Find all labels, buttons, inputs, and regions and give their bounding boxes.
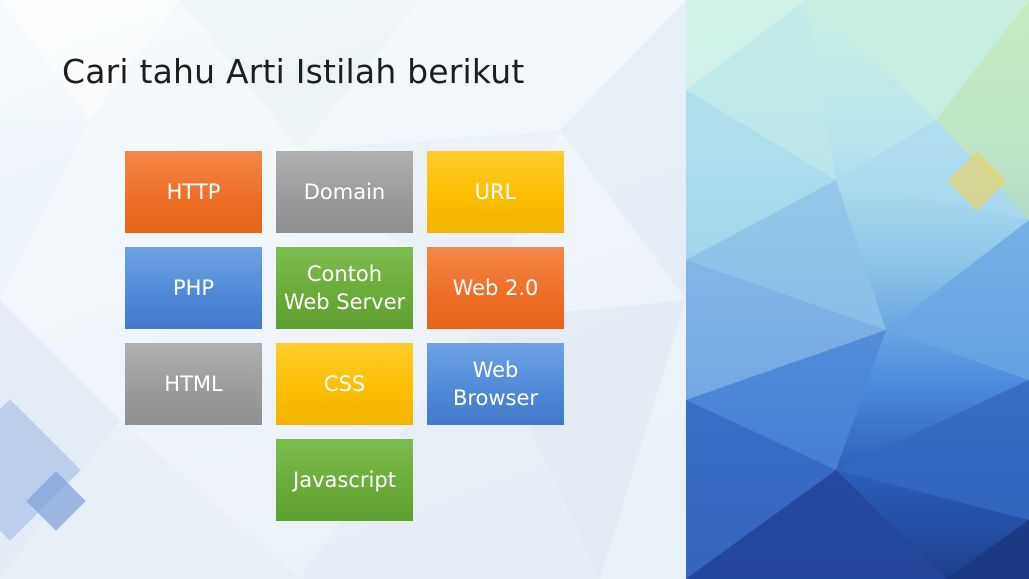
tile-html: HTML xyxy=(125,343,262,425)
tile-url: URL xyxy=(427,151,564,233)
tile-javascript: Javascript xyxy=(276,439,413,521)
right-panel-polygons xyxy=(686,0,1029,579)
slide: Cari tahu Arti Istilah berikut HTTP Doma… xyxy=(0,0,1029,579)
tile-domain: Domain xyxy=(276,151,413,233)
tile-css: CSS xyxy=(276,343,413,425)
tile-web-2-0: Web 2.0 xyxy=(427,247,564,329)
decorative-right-panel xyxy=(686,0,1029,579)
tile-http: HTTP xyxy=(125,151,262,233)
tile-web-browser: Web Browser xyxy=(427,343,564,425)
tile-contoh-web-server: Contoh Web Server xyxy=(276,247,413,329)
page-title: Cari tahu Arti Istilah berikut xyxy=(62,52,525,91)
tile-php: PHP xyxy=(125,247,262,329)
